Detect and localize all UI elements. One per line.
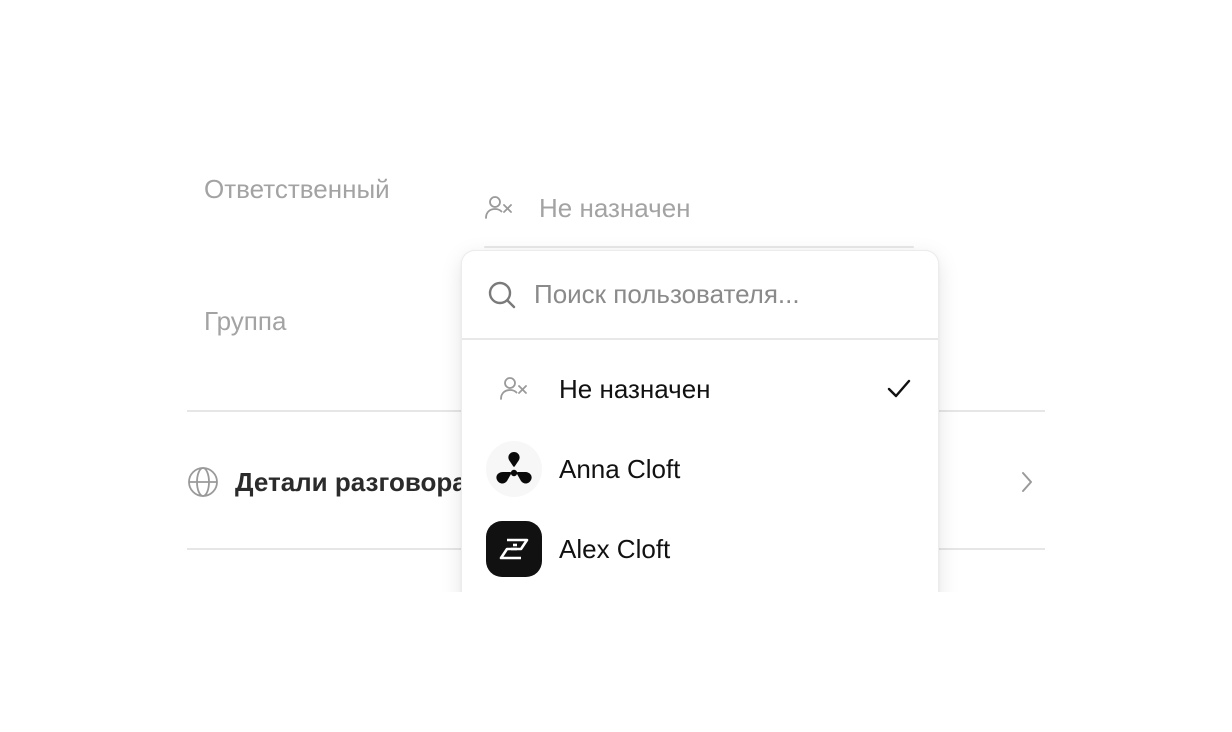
user-option-alex[interactable]: Alex Cloft (462, 509, 938, 589)
globe-icon (187, 466, 219, 498)
user-option-unassigned[interactable]: Не назначен (462, 349, 938, 429)
user-search (462, 251, 938, 340)
user-option-name: Не назначен (559, 373, 711, 404)
user-list: Не назначен Anna Cloft Alex Cloft (462, 349, 938, 589)
page: Ответственный Не назначен Группа Детали … (0, 0, 1232, 732)
search-icon (487, 280, 517, 310)
user-dropdown: Не назначен (461, 250, 939, 592)
anna-avatar (486, 441, 542, 497)
alex-avatar (486, 521, 542, 577)
user-x-icon (486, 361, 542, 417)
user-option-name: Anna Cloft (559, 453, 681, 484)
assignee-value: Не назначен (539, 192, 691, 223)
dropdown-stack-edge (484, 246, 914, 248)
user-option-anna[interactable]: Anna Cloft (462, 429, 938, 509)
user-option-name: Alex Cloft (559, 533, 671, 564)
conversation-details-title: Детали разговора (235, 466, 467, 497)
responsible-label: Ответственный (204, 174, 390, 204)
visible-area: Ответственный Не назначен Группа Детали … (0, 0, 1232, 592)
check-icon (886, 376, 912, 402)
chevron-right-icon (1015, 470, 1039, 494)
search-input[interactable] (534, 279, 914, 310)
assignee-selector[interactable]: Не назначен (484, 188, 691, 228)
group-label: Группа (204, 306, 287, 336)
user-x-icon (484, 193, 514, 223)
